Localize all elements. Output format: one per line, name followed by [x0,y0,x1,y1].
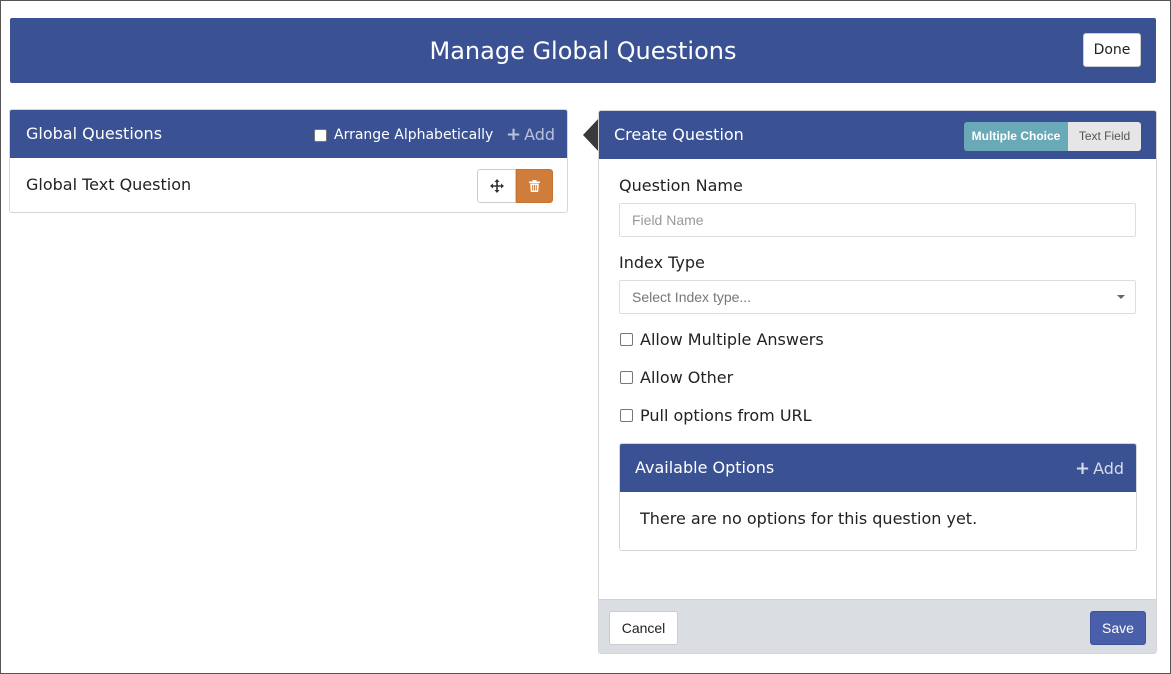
move-question-button[interactable] [477,169,516,203]
question-type-toggle: Multiple Choice Text Field [964,122,1141,151]
add-label: Add [524,125,556,144]
add-global-question-button[interactable]: + Add [506,125,555,144]
cancel-button[interactable]: Cancel [609,611,678,645]
delete-question-button[interactable] [516,169,553,203]
create-question-title: Create Question [614,125,744,144]
plus-icon: + [1075,457,1091,479]
allow-multiple-answers-label: Allow Multiple Answers [640,330,824,349]
page-title: Manage Global Questions [429,37,737,65]
pull-options-from-url-option[interactable]: Pull options from URL [620,406,812,425]
index-type-label: Index Type [619,253,705,272]
index-type-select[interactable]: Select Index type... [619,280,1136,314]
top-header-bar: Manage Global Questions Done [10,18,1156,83]
create-question-footer: Cancel Save [599,599,1156,653]
allow-other-checkbox[interactable] [620,371,633,384]
trash-icon [529,180,540,192]
allow-multiple-answers-checkbox[interactable] [620,333,633,346]
global-questions-header: Global Questions Arrange Alphabetically … [10,110,567,158]
arrange-alphabetically-toggle[interactable]: Arrange Alphabetically [314,127,493,143]
create-question-panel: Create Question Multiple Choice Text Fie… [598,110,1157,654]
text-field-toggle[interactable]: Text Field [1068,122,1141,151]
multiple-choice-toggle[interactable]: Multiple Choice [964,122,1068,151]
available-options-panel: Available Options + Add There are no opt… [619,443,1137,551]
create-question-header: Create Question Multiple Choice Text Fie… [599,111,1156,159]
caret-down-icon [1117,295,1125,299]
index-type-placeholder: Select Index type... [632,289,752,305]
question-row-actions [477,169,553,203]
global-questions-title: Global Questions [26,124,163,143]
allow-other-option[interactable]: Allow Other [620,368,733,387]
question-name-label: Question Name [619,176,743,195]
available-options-header: Available Options + Add [620,444,1136,492]
question-name-input[interactable]: Field Name [619,203,1136,237]
add-option-label: Add [1093,459,1125,478]
allow-multiple-answers-option[interactable]: Allow Multiple Answers [620,330,824,349]
plus-icon: + [506,123,522,145]
allow-other-label: Allow Other [640,368,734,387]
done-button[interactable]: Done [1083,33,1141,67]
arrange-alphabetically-checkbox[interactable] [314,128,327,142]
pull-options-from-url-checkbox[interactable] [620,409,633,422]
add-option-button[interactable]: + Add [1075,459,1124,478]
no-options-message: There are no options for this question y… [640,509,978,528]
pull-options-from-url-label: Pull options from URL [640,406,812,425]
panel-pointer-arrow [583,118,599,152]
save-button[interactable]: Save [1090,611,1146,645]
question-list-item-label[interactable]: Global Text Question [26,175,191,194]
arrange-alphabetically-label: Arrange Alphabetically [334,127,494,143]
available-options-title: Available Options [635,458,775,477]
global-questions-panel: Global Questions Arrange Alphabetically … [9,109,568,213]
move-arrows-icon [489,179,504,193]
